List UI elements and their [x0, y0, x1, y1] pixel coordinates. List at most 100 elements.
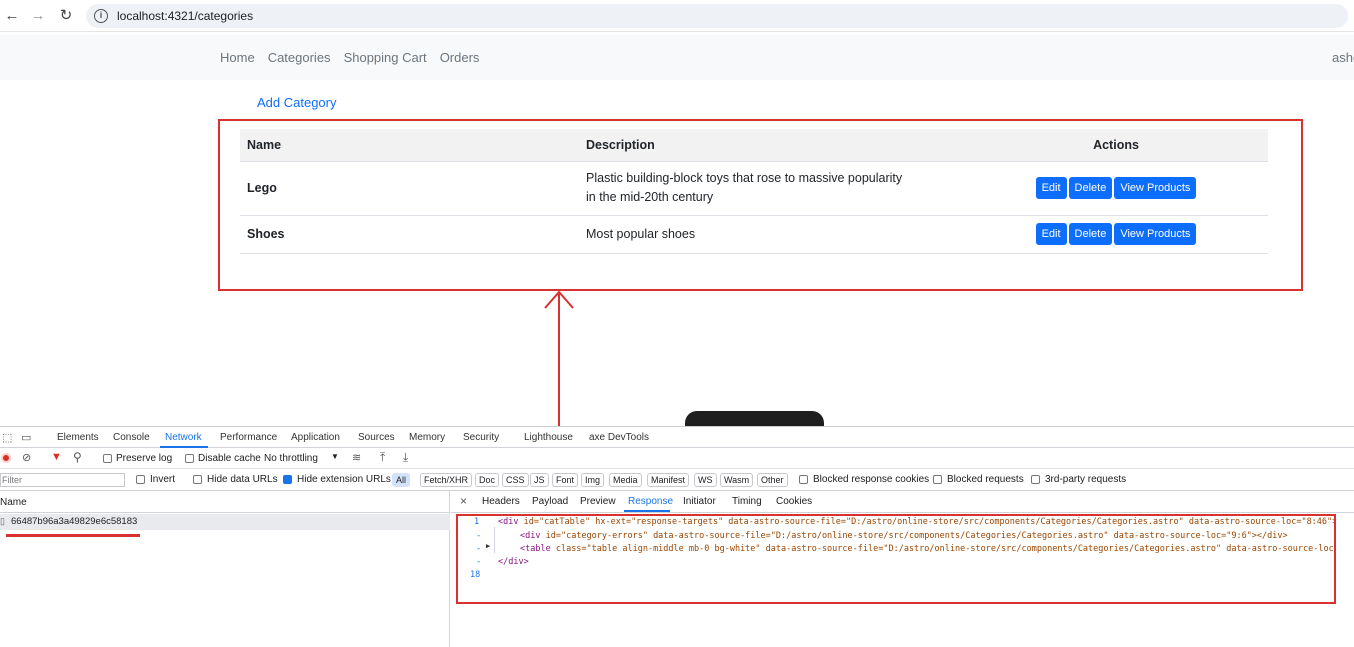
blocked-response-cookies-label: Blocked response cookies [813, 474, 930, 485]
clear-icon[interactable]: ⊘ [22, 451, 31, 464]
tab-preview[interactable]: Preview [580, 496, 616, 507]
tab-sources[interactable]: Sources [358, 432, 395, 443]
record-icon[interactable] [1, 453, 11, 463]
filter-chip-doc[interactable]: Doc [475, 473, 500, 487]
filter-chip-other[interactable]: Other [757, 473, 788, 487]
tab-initiator[interactable]: Initiator [683, 496, 716, 507]
filter-chip-ws[interactable]: WS [694, 473, 717, 487]
tab-payload[interactable]: Payload [532, 496, 568, 507]
preserve-log-checkbox[interactable] [103, 454, 112, 463]
table-row: Lego Plastic building-block toys that ro… [240, 161, 1268, 216]
disable-cache-checkbox[interactable] [185, 454, 194, 463]
reload-icon[interactable]: ↻ [56, 6, 76, 26]
invert-checkbox[interactable] [136, 475, 145, 484]
filter-chip-manifest[interactable]: Manifest [647, 473, 690, 487]
back-arrow-icon[interactable]: ← [2, 6, 22, 26]
edit-button[interactable]: Edit [1035, 177, 1067, 199]
tab-console[interactable]: Console [113, 432, 150, 443]
add-category-link[interactable]: Add Category [257, 95, 337, 110]
address-bar[interactable]: i localhost:4321/categories [86, 4, 1348, 28]
description-line: Plastic building-block toys that rose to… [586, 171, 903, 185]
forward-arrow-icon[interactable]: → [28, 6, 48, 26]
blocked-requests-checkbox[interactable] [933, 475, 942, 484]
device-toolbar-icon[interactable]: ▭ [21, 431, 31, 444]
request-name: 66487b96a3a49829e6c58183 [11, 516, 138, 527]
hide-extension-urls-checkbox[interactable] [283, 475, 292, 484]
active-subtab-indicator [624, 510, 670, 512]
tab-security[interactable]: Security [463, 432, 499, 443]
tab-memory[interactable]: Memory [409, 432, 445, 443]
request-row[interactable]: ▯ 66487b96a3a49829e6c58183 [0, 514, 450, 530]
filter-chip-fetch-xhr[interactable]: Fetch/XHR [420, 473, 473, 487]
third-party-requests-checkbox[interactable] [1031, 475, 1040, 484]
dropdown-caret-icon[interactable]: ▼ [331, 452, 339, 461]
nav-link-shopping-cart[interactable]: Shopping Cart [344, 50, 427, 65]
category-name: Lego [240, 161, 579, 216]
filter-chip-css[interactable]: CSS [502, 473, 529, 487]
tab-application[interactable]: Application [291, 432, 340, 443]
table-row: Shoes Most popular shoes Edit Delete View … [240, 215, 1268, 254]
filter-chip-media[interactable]: Media [609, 473, 642, 487]
edit-button[interactable]: Edit [1035, 223, 1067, 245]
tab-elements[interactable]: Elements [57, 432, 99, 443]
tab-lighthouse[interactable]: Lighthouse [524, 432, 573, 443]
annotation-underline [6, 534, 140, 537]
search-icon[interactable]: ⚲ [73, 450, 82, 464]
close-icon[interactable]: × [460, 494, 467, 508]
nav-link-categories[interactable]: Categories [268, 50, 331, 65]
description-line: in the mid-20th century [586, 190, 714, 204]
tab-timing[interactable]: Timing [732, 496, 762, 507]
app-navbar: Home Categories Shopping Cart Orders ash… [0, 35, 1354, 80]
import-har-icon[interactable]: ⤒ [380, 450, 385, 465]
export-har-icon[interactable]: ⤓ [403, 450, 408, 465]
inspect-element-icon[interactable]: ⬚ [2, 431, 12, 444]
hide-data-urls-label: Hide data URLs [207, 474, 278, 485]
blocked-response-cookies-checkbox[interactable] [799, 475, 808, 484]
hide-data-urls-checkbox[interactable] [193, 475, 202, 484]
network-filter-bar: Filter Invert Hide data URLs Hide extens… [0, 469, 1354, 491]
filter-input[interactable]: Filter [0, 473, 125, 487]
tab-headers[interactable]: Headers [482, 496, 520, 507]
request-detail-tabs: × Headers Payload Preview Response Initi… [451, 491, 1354, 513]
hide-extension-urls-label: Hide extension URLs [297, 474, 391, 485]
column-header-description: Description [579, 129, 964, 162]
column-header-name: Name [240, 129, 579, 162]
tab-performance[interactable]: Performance [220, 432, 277, 443]
browser-toolbar: ← → ↻ i localhost:4321/categories [0, 0, 1354, 32]
nav-link-home[interactable]: Home [220, 50, 255, 65]
column-header-actions: Actions [964, 129, 1268, 162]
tab-response[interactable]: Response [628, 496, 673, 507]
view-products-button[interactable]: View Products [1114, 177, 1197, 199]
blocked-requests-label: Blocked requests [947, 474, 1024, 485]
filter-chip-all[interactable]: All [392, 473, 411, 487]
row-actions: Edit Delete View Products [964, 161, 1268, 216]
filter-chip-font[interactable]: Font [552, 473, 579, 487]
third-party-requests-label: 3rd-party requests [1045, 474, 1127, 485]
network-toolbar: ⊘ ▼ ⚲ Preserve log Disable cache No thro… [0, 448, 1354, 469]
delete-button[interactable]: Delete [1068, 223, 1113, 245]
filter-chip-js[interactable]: JS [530, 473, 549, 487]
tab-network[interactable]: Network [165, 432, 202, 443]
user-menu[interactable]: asho [1332, 50, 1354, 65]
description-line: Most popular shoes [586, 226, 696, 241]
nav-link-orders[interactable]: Orders [440, 50, 480, 65]
filter-chip-img[interactable]: Img [581, 473, 605, 487]
invert-label: Invert [150, 474, 176, 485]
filter-chip-wasm[interactable]: Wasm [720, 473, 754, 487]
row-actions: Edit Delete View Products [964, 215, 1268, 254]
tab-cookies[interactable]: Cookies [776, 496, 812, 507]
request-list-header: Name [0, 491, 450, 513]
url-text: localhost:4321/categories [117, 9, 254, 23]
annotation-box-response [456, 514, 1336, 604]
network-conditions-icon[interactable]: ≋ [352, 451, 361, 464]
column-header-name[interactable]: Name [0, 497, 27, 508]
view-products-button[interactable]: View Products [1114, 223, 1197, 245]
filter-icon[interactable]: ▼ [51, 451, 62, 463]
disable-cache-label: Disable cache [198, 453, 261, 464]
site-info-icon[interactable]: i [94, 9, 108, 23]
category-name: Shoes [240, 215, 579, 254]
document-icon: ▯ [0, 516, 5, 526]
delete-button[interactable]: Delete [1068, 177, 1113, 199]
throttling-select[interactable]: No throttling [264, 453, 318, 464]
tab-axe-devtools[interactable]: axe DevTools [589, 432, 649, 443]
